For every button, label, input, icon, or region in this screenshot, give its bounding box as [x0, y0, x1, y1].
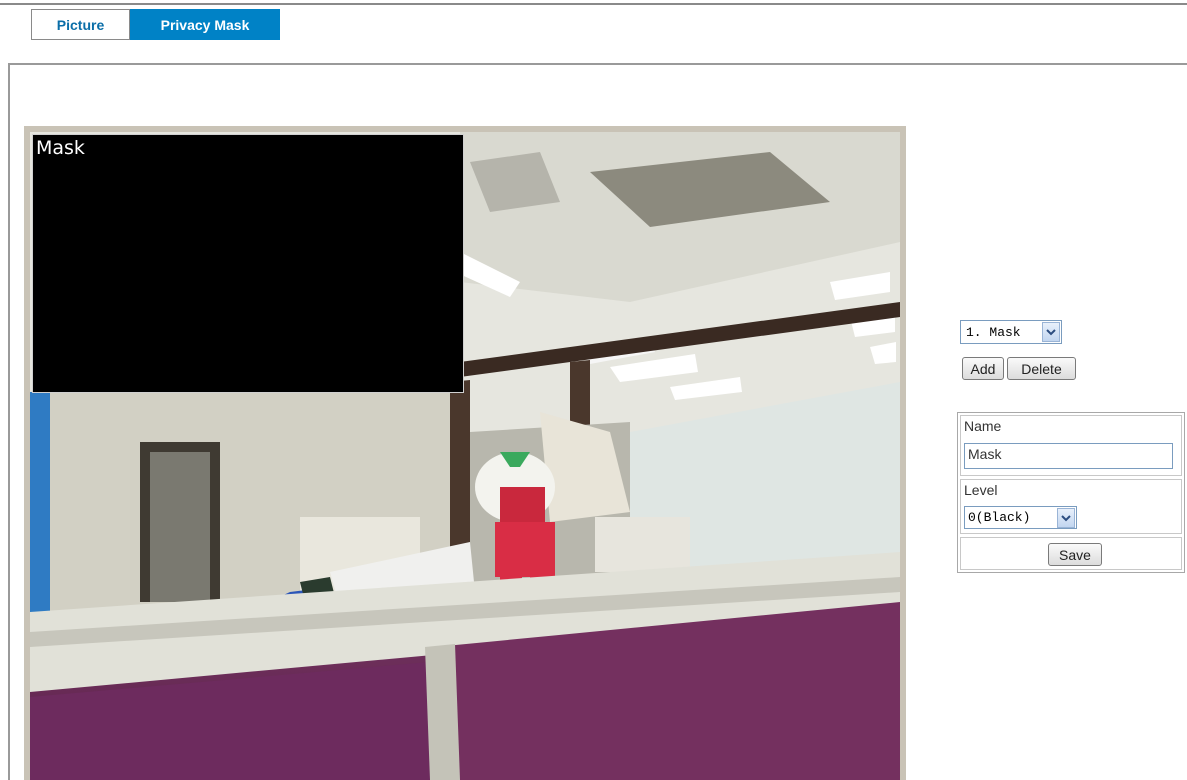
chevron-down-icon[interactable]: [1057, 508, 1075, 528]
panel-border-top: [8, 63, 1187, 65]
name-field[interactable]: Mask: [964, 443, 1173, 469]
save-row: Save: [960, 537, 1182, 570]
camera-live-view[interactable]: Mask: [30, 132, 900, 780]
video-preview-frame: Mask: [24, 126, 906, 780]
name-row: Name Mask: [960, 415, 1182, 476]
level-select-value: 0(Black): [968, 510, 1031, 525]
top-divider: [0, 3, 1187, 5]
panel-border-left: [8, 63, 10, 780]
mask-overlay-label: Mask: [36, 137, 85, 159]
add-mask-button[interactable]: Add: [962, 357, 1004, 380]
tab-bar: Picture Privacy Mask: [31, 9, 280, 40]
mask-select-value: 1. Mask: [966, 324, 1021, 340]
chevron-down-icon[interactable]: [1042, 322, 1060, 342]
tab-picture[interactable]: Picture: [31, 9, 130, 40]
level-select[interactable]: 0(Black): [964, 506, 1077, 529]
mask-properties-panel: Name Mask Level 0(Black) Save: [957, 412, 1185, 573]
privacy-mask-region[interactable]: Mask: [32, 134, 464, 393]
mask-select[interactable]: 1. Mask: [960, 320, 1062, 344]
name-label: Name: [964, 418, 1002, 434]
save-button[interactable]: Save: [1048, 543, 1102, 566]
level-label: Level: [964, 482, 998, 498]
level-row: Level 0(Black): [960, 479, 1182, 534]
tab-privacy-mask[interactable]: Privacy Mask: [130, 9, 280, 40]
delete-mask-button[interactable]: Delete: [1007, 357, 1076, 380]
